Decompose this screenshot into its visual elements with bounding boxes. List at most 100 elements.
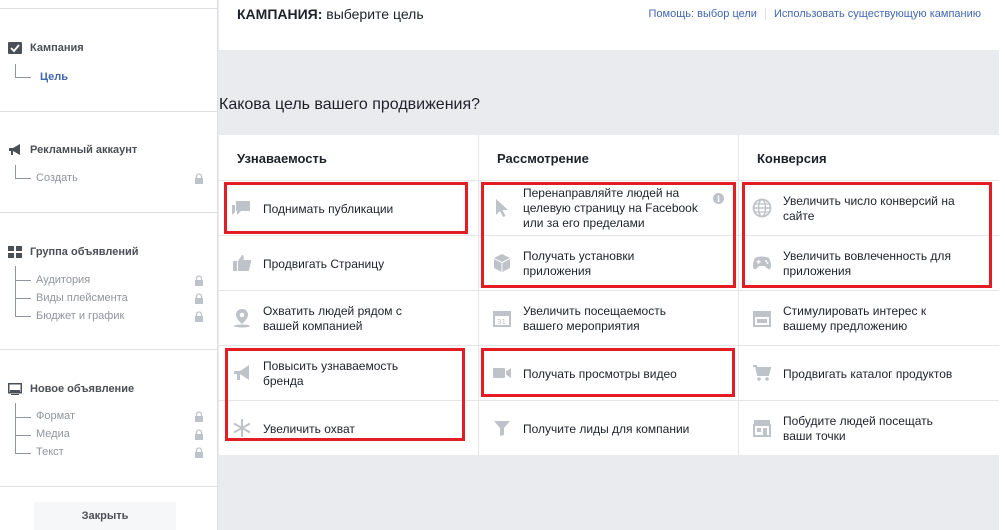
objective-label: Получите лиды для компании [523, 422, 690, 436]
objective-label: Поднимать публикации [263, 202, 394, 216]
column-consideration: Рассмотрение Перенаправляйте людей на це… [479, 135, 739, 455]
column-header: Рассмотрение [479, 135, 739, 181]
lock-icon [195, 447, 203, 458]
objective-brand-awareness[interactable]: Повысить узнаваемость бренда [219, 346, 479, 401]
sidebar-item-budget-schedule[interactable]: Бюджет и график [36, 310, 124, 322]
sidebar-item-objective[interactable]: Цель [40, 71, 68, 83]
page-header: КАМПАНИЯ: выберите цель Помощь: выбор це… [219, 0, 999, 50]
objective-label: Стимулировать интерес к вашему предложен… [783, 304, 927, 333]
lock-icon [195, 411, 203, 422]
sidebar-item-format[interactable]: Формат [36, 410, 75, 422]
tree-line [15, 280, 31, 281]
tree-line [15, 417, 31, 418]
scrollbar[interactable] [999, 0, 1005, 530]
sidebar-item-ad-group[interactable]: Группа объявлений [8, 245, 139, 259]
objective-store-visits[interactable]: Побудите людей посещать ваши точки [739, 401, 999, 456]
objective-label: Перенаправляйте людей на целевую страниц… [523, 186, 698, 230]
help-link[interactable]: Помощь: выбор цели [649, 8, 757, 20]
sidebar-item-new-ad-label: Новое объявление [30, 383, 135, 395]
close-button[interactable]: Закрыть [34, 502, 176, 530]
tree-line [15, 64, 16, 77]
box-icon [491, 252, 513, 274]
video-camera-icon [491, 362, 513, 384]
checkbox-icon [8, 41, 22, 55]
objective-traffic[interactable]: Перенаправляйте людей на целевую страниц… [479, 181, 739, 236]
objective-product-catalog[interactable]: Продвигать каталог продуктов [739, 346, 999, 401]
tree-line [15, 316, 31, 317]
objective-label: Охватить людей рядом с вашей компанией [263, 304, 402, 333]
tree-line [15, 453, 31, 454]
tree-line [15, 178, 31, 179]
objective-label: Увеличить вовлеченность для приложения [783, 249, 951, 278]
objective-label: Повысить узнаваемость бренда [263, 359, 399, 388]
sidebar-item-campaign[interactable]: Кампания [8, 41, 84, 55]
objective-boost-posts[interactable]: Поднимать публикации [219, 181, 479, 236]
objective-label: Побудите людей посещать ваши точки [783, 414, 933, 443]
sidebar-item-ad-account[interactable]: Рекламный аккаунт [8, 143, 137, 157]
sidebar-item-ad-group-label: Группа объявлений [30, 246, 139, 258]
snowflake-icon [231, 417, 253, 439]
objective-label: Увеличить охват [263, 422, 355, 436]
grid-icon [8, 245, 22, 259]
tree-line [15, 435, 31, 436]
objective-promote-page[interactable]: Продвигать Страницу [219, 236, 479, 291]
megaphone-icon [231, 362, 253, 384]
column-awareness: Узнаваемость Поднимать публикации Продви… [219, 135, 479, 455]
use-existing-campaign-link[interactable]: Использовать существующую кампанию [774, 8, 981, 20]
thumbs-up-icon [231, 252, 253, 274]
column-title: Узнаваемость [237, 151, 327, 166]
column-header: Конверсия [739, 135, 999, 181]
page-title-rest: выберите цель [322, 6, 424, 22]
objective-label: Увеличить посещаемость вашего мероприяти… [523, 304, 666, 333]
sidebar-item-new-ad[interactable]: Новое объявление [8, 382, 134, 396]
funnel-icon [491, 417, 513, 439]
objective-reach-nearby[interactable]: Охватить людей рядом с вашей компанией [219, 291, 479, 346]
map-pin-icon [231, 307, 253, 329]
sidebar-item-text[interactable]: Текст [36, 446, 64, 458]
tree-line [15, 266, 16, 316]
tree-line [15, 298, 31, 299]
objective-label: Получать установки приложения [523, 249, 635, 278]
objective-label: Увеличить число конверсий на сайте [783, 194, 955, 223]
link-separator [764, 8, 766, 20]
objective-video-views[interactable]: Получать просмотры видео [479, 346, 739, 401]
cursor-icon [491, 197, 513, 219]
sidebar-divider [0, 111, 218, 112]
page-title: КАМПАНИЯ: выберите цель [237, 6, 424, 22]
column-title: Рассмотрение [497, 151, 589, 166]
calendar-icon: 31 [491, 307, 513, 329]
objective-event-responses[interactable]: 31 Увеличить посещаемость вашего меропри… [479, 291, 739, 346]
sidebar-item-create[interactable]: Создать [36, 172, 78, 184]
lock-icon [195, 311, 203, 322]
sidebar-divider [0, 8, 218, 9]
sidebar-item-ad-account-label: Рекламный аккаунт [30, 144, 138, 156]
column-conversion: Конверсия Увеличить число конверсий на с… [739, 135, 999, 455]
objective-label: Получать просмотры видео [523, 367, 677, 381]
objective-label: Продвигать каталог продуктов [783, 367, 953, 381]
lock-icon [195, 173, 203, 184]
sidebar-item-audience[interactable]: Аудитория [36, 274, 90, 286]
objective-label: Продвигать Страницу [263, 257, 385, 271]
sidebar-divider [0, 349, 218, 350]
sidebar-item-campaign-label: Кампания [30, 42, 84, 54]
info-icon[interactable]: i [713, 193, 724, 204]
objective-app-engagement[interactable]: Увеличить вовлеченность для приложения [739, 236, 999, 291]
tree-line [15, 165, 16, 178]
lock-icon [195, 293, 203, 304]
objective-lead-generation[interactable]: Получите лиды для компании [479, 401, 739, 456]
sidebar-divider [0, 212, 218, 213]
objective-website-conversions[interactable]: Увеличить число конверсий на сайте [739, 181, 999, 236]
objective-app-installs[interactable]: Получать установки приложения [479, 236, 739, 291]
store-icon [751, 417, 773, 439]
header-links: Помощь: выбор цели Использовать существу… [649, 8, 981, 20]
monitor-icon [8, 382, 22, 396]
tree-line [15, 403, 16, 453]
sidebar-item-placements[interactable]: Виды плейсмента [36, 292, 128, 304]
storefront-icon [751, 307, 773, 329]
objective-grid: Узнаваемость Поднимать публикации Продви… [219, 135, 999, 455]
gamepad-icon [751, 252, 773, 274]
objective-offer-claims[interactable]: Стимулировать интерес к вашему предложен… [739, 291, 999, 346]
sidebar-divider [0, 486, 218, 487]
sidebar-item-media[interactable]: Медиа [36, 428, 70, 440]
objective-reach[interactable]: Увеличить охват [219, 401, 479, 456]
